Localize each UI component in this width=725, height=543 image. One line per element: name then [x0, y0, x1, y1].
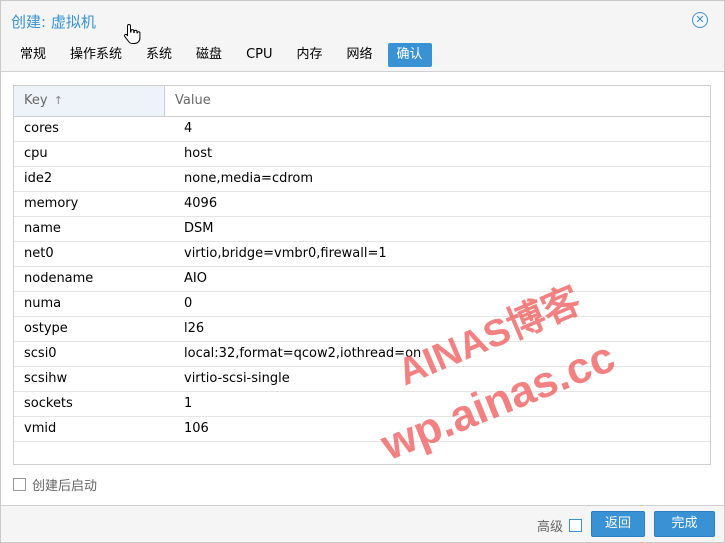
- back-button[interactable]: 返回: [591, 511, 645, 537]
- table-row[interactable]: name DSM: [14, 217, 710, 242]
- column-header-key[interactable]: Key ↑: [14, 86, 165, 116]
- row-key: vmid: [24, 421, 57, 436]
- start-after-create-label: 创建后启动: [32, 479, 98, 494]
- confirm-panel: Key ↑ Value cores 4 cpu host ide2 none,media=…: [1, 71, 724, 506]
- table-row[interactable]: scsihw virtio-scsi-single: [14, 367, 710, 392]
- table-row[interactable]: scsi0 local:32,format=qcow2,iothread=on: [14, 342, 710, 367]
- row-key: ostype: [24, 321, 68, 336]
- column-key-label: Key: [24, 93, 48, 108]
- summary-grid: Key ↑ Value cores 4 cpu host ide2 none,media=…: [13, 85, 711, 465]
- advanced-checkbox[interactable]: [569, 519, 583, 532]
- table-row[interactable]: ide2 none,media=cdrom: [14, 167, 710, 192]
- row-key: cpu: [24, 146, 48, 161]
- row-key: cores: [24, 121, 59, 136]
- row-value: 0: [184, 296, 193, 311]
- column-header-value[interactable]: Value: [165, 86, 710, 116]
- start-after-create-checkbox[interactable]: [13, 478, 26, 491]
- tab-cpu[interactable]: CPU: [237, 43, 281, 67]
- advanced-label: 高级: [537, 520, 564, 535]
- tab-general[interactable]: 常规: [11, 43, 55, 67]
- table-row[interactable]: vmid 106: [14, 417, 710, 442]
- table-row[interactable]: memory 4096: [14, 192, 710, 217]
- wizard-tabs: 常规 操作系统 系统 磁盘 CPU 内存 网络 确认: [11, 43, 438, 67]
- tab-network[interactable]: 网络: [338, 43, 382, 67]
- tab-system[interactable]: 系统: [137, 43, 181, 67]
- row-value: 4096: [184, 196, 218, 211]
- table-row[interactable]: net0 virtio,bridge=vmbr0,firewall=1: [14, 242, 710, 267]
- row-value: local:32,format=qcow2,iothread=on: [184, 346, 422, 361]
- grid-header: Key ↑ Value: [14, 86, 710, 117]
- tab-confirm[interactable]: 确认: [387, 43, 432, 67]
- row-key: sockets: [24, 396, 73, 411]
- row-key: numa: [24, 296, 62, 311]
- row-key: scsihw: [24, 371, 68, 386]
- row-value: 1: [184, 396, 193, 411]
- sort-ascending-icon: ↑: [53, 94, 63, 107]
- table-row[interactable]: cores 4: [14, 117, 710, 142]
- row-key: net0: [24, 246, 54, 261]
- table-row[interactable]: ostype l26: [14, 317, 710, 342]
- grid-body: cores 4 cpu host ide2 none,media=cdrom memory 4…: [14, 117, 710, 442]
- row-value: 106: [184, 421, 209, 436]
- finish-button[interactable]: 完成: [654, 511, 715, 537]
- row-key: name: [24, 221, 61, 236]
- row-key: ide2: [24, 171, 53, 186]
- close-icon[interactable]: ✕: [692, 12, 708, 28]
- row-key: nodename: [24, 271, 94, 286]
- tab-disks[interactable]: 磁盘: [187, 43, 231, 67]
- tab-memory[interactable]: 内存: [288, 43, 332, 67]
- create-vm-dialog: 创建: 虚拟机 ✕ 常规 操作系统 系统 磁盘 CPU 内存 网络 确认 Key…: [0, 0, 725, 543]
- start-after-create-option[interactable]: 创建后启动: [13, 475, 97, 494]
- row-value: host: [184, 146, 213, 161]
- row-value: virtio-scsi-single: [184, 371, 290, 386]
- table-row[interactable]: cpu host: [14, 142, 710, 167]
- table-row[interactable]: sockets 1: [14, 392, 710, 417]
- hand-cursor-icon: [123, 23, 141, 44]
- row-value: none,media=cdrom: [184, 171, 314, 186]
- row-value: virtio,bridge=vmbr0,firewall=1: [184, 246, 387, 261]
- row-value: DSM: [184, 221, 214, 236]
- row-key: scsi0: [24, 346, 57, 361]
- tab-os[interactable]: 操作系统: [61, 43, 131, 67]
- advanced-option[interactable]: 高级: [537, 516, 583, 535]
- dialog-title: 创建: 虚拟机: [11, 13, 96, 31]
- table-row[interactable]: numa 0: [14, 292, 710, 317]
- row-key: memory: [24, 196, 79, 211]
- table-row[interactable]: nodename AIO: [14, 267, 710, 292]
- row-value: 4: [184, 121, 193, 136]
- row-value: AIO: [184, 271, 207, 286]
- row-value: l26: [184, 321, 205, 336]
